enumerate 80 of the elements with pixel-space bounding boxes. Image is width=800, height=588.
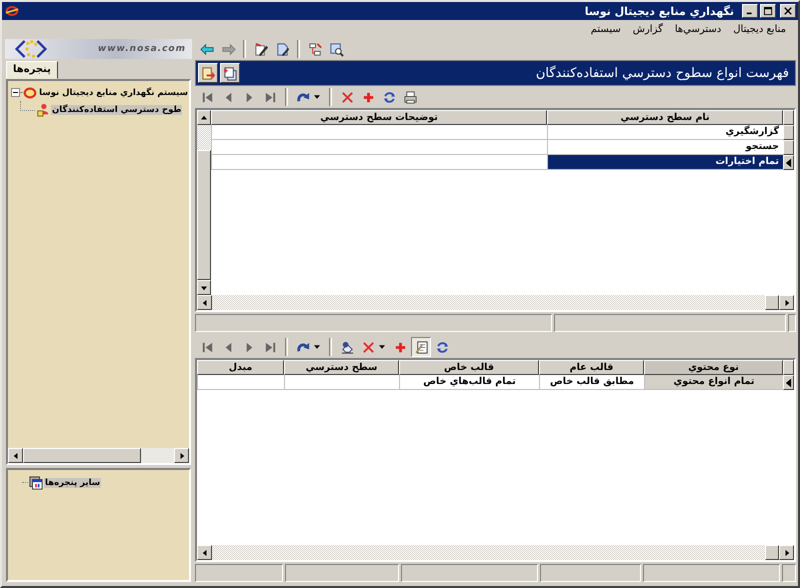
scroll-thumb[interactable] <box>197 150 211 280</box>
user-lock-icon <box>36 102 50 116</box>
menu-item[interactable]: دسترسي‌ها <box>674 24 722 34</box>
table-cell: گزارشگيري <box>547 125 783 140</box>
close-button[interactable] <box>780 4 796 18</box>
scroll-right-button[interactable] <box>779 545 794 560</box>
scroll-thumb[interactable] <box>765 545 779 560</box>
collapse-toggle[interactable] <box>11 88 20 97</box>
note-pencil-icon <box>414 340 428 354</box>
scroll-right-button[interactable] <box>174 448 189 463</box>
window-title: نگهداري منابع ديجيتال نوسا <box>584 4 734 18</box>
document-edit-icon <box>274 42 290 56</box>
table-cell: تمام اختيارات <box>547 155 783 170</box>
menu-item[interactable]: گزارش <box>632 24 663 34</box>
column-header[interactable]: مبدل <box>197 360 284 375</box>
ring-icon <box>4 4 20 18</box>
column-header[interactable]: نام سطح دسترسي <box>547 110 783 125</box>
scroll-thumb[interactable] <box>765 295 779 310</box>
row-indicator[interactable] <box>783 125 794 140</box>
column-header[interactable]: سطح دسترسي <box>284 360 399 375</box>
scroll-thumb[interactable] <box>23 448 141 463</box>
refresh-icon <box>382 90 396 104</box>
ring-icon <box>23 86 38 100</box>
delete-icon <box>340 90 354 104</box>
column-header[interactable]: قالب خاص <box>399 360 539 375</box>
scroll-left-button[interactable] <box>197 295 212 310</box>
caret-icon <box>314 345 320 349</box>
column-header[interactable]: توضيحات سطح دسترسي <box>211 110 547 125</box>
row-indicator[interactable] <box>783 155 794 170</box>
status-pane <box>782 564 796 582</box>
tree-diagram-icon <box>308 42 322 56</box>
right-arrow-icon <box>178 452 184 460</box>
row-indicator[interactable] <box>783 375 794 390</box>
search-icon <box>328 42 344 56</box>
maximize-button[interactable] <box>760 4 776 18</box>
menu-item[interactable]: سيستم <box>590 24 621 34</box>
left-arrow-icon <box>202 298 208 306</box>
scroll-left-button[interactable] <box>197 545 212 560</box>
right-arrow-icon <box>784 548 790 556</box>
column-header[interactable]: نوع محتوي <box>644 360 783 375</box>
exit-button[interactable] <box>198 63 218 83</box>
forward-arrow-icon <box>220 42 236 56</box>
form-title: فهرست انواع سطوح دسترسي استفاده‌كنندگان <box>536 66 789 80</box>
printer-icon <box>402 90 418 104</box>
caret-icon <box>314 95 320 99</box>
sidebar-tab[interactable]: پنجره‌ها <box>6 61 58 79</box>
left-arrow-icon <box>12 452 18 460</box>
right-arrow-icon <box>784 298 790 306</box>
row-indicator[interactable] <box>783 140 794 155</box>
table-cell: تمام انواع محتوي <box>644 375 783 390</box>
back-arrow-icon <box>200 42 214 56</box>
exit-icon <box>200 66 216 80</box>
refresh-icon <box>434 340 450 354</box>
down-arrow-icon <box>200 284 208 290</box>
eraser-icon <box>340 340 354 354</box>
scroll-left-button[interactable] <box>8 448 23 463</box>
caret-icon <box>379 345 385 349</box>
minimize-button[interactable] <box>742 4 758 18</box>
tree-item[interactable]: سيستم نگهداري منابع ديجيتال نوسا <box>38 88 189 98</box>
windows-stack-icon <box>29 476 43 490</box>
copy-icon <box>222 66 238 80</box>
left-arrow-icon <box>202 548 208 556</box>
copy-button[interactable] <box>220 63 240 83</box>
up-arrow-icon <box>200 114 208 120</box>
maximize-icon <box>764 6 772 16</box>
delete-icon <box>360 340 376 354</box>
column-header[interactable]: قالب عام <box>539 360 644 375</box>
close-icon <box>784 7 792 15</box>
tree-item[interactable]: ساير پنجره‌ها <box>44 478 102 488</box>
notes-toggle-button[interactable] <box>411 337 431 357</box>
pencil-icon <box>254 42 268 56</box>
status-pane <box>788 314 796 332</box>
tree-item[interactable]: طوح دسترسي استفاده‌كنندگان <box>51 104 182 114</box>
scroll-up-button[interactable] <box>197 110 211 125</box>
table-cell: تمام قالب‌هاي خاص <box>399 375 539 390</box>
scroll-right-button[interactable] <box>779 295 794 310</box>
menu-item[interactable]: منابع ديجيتال <box>733 24 786 34</box>
scroll-down-button[interactable] <box>197 280 211 295</box>
logo-url: www.nosa.com <box>98 44 186 54</box>
table-cell: مطابق قالب خاص <box>539 375 644 390</box>
